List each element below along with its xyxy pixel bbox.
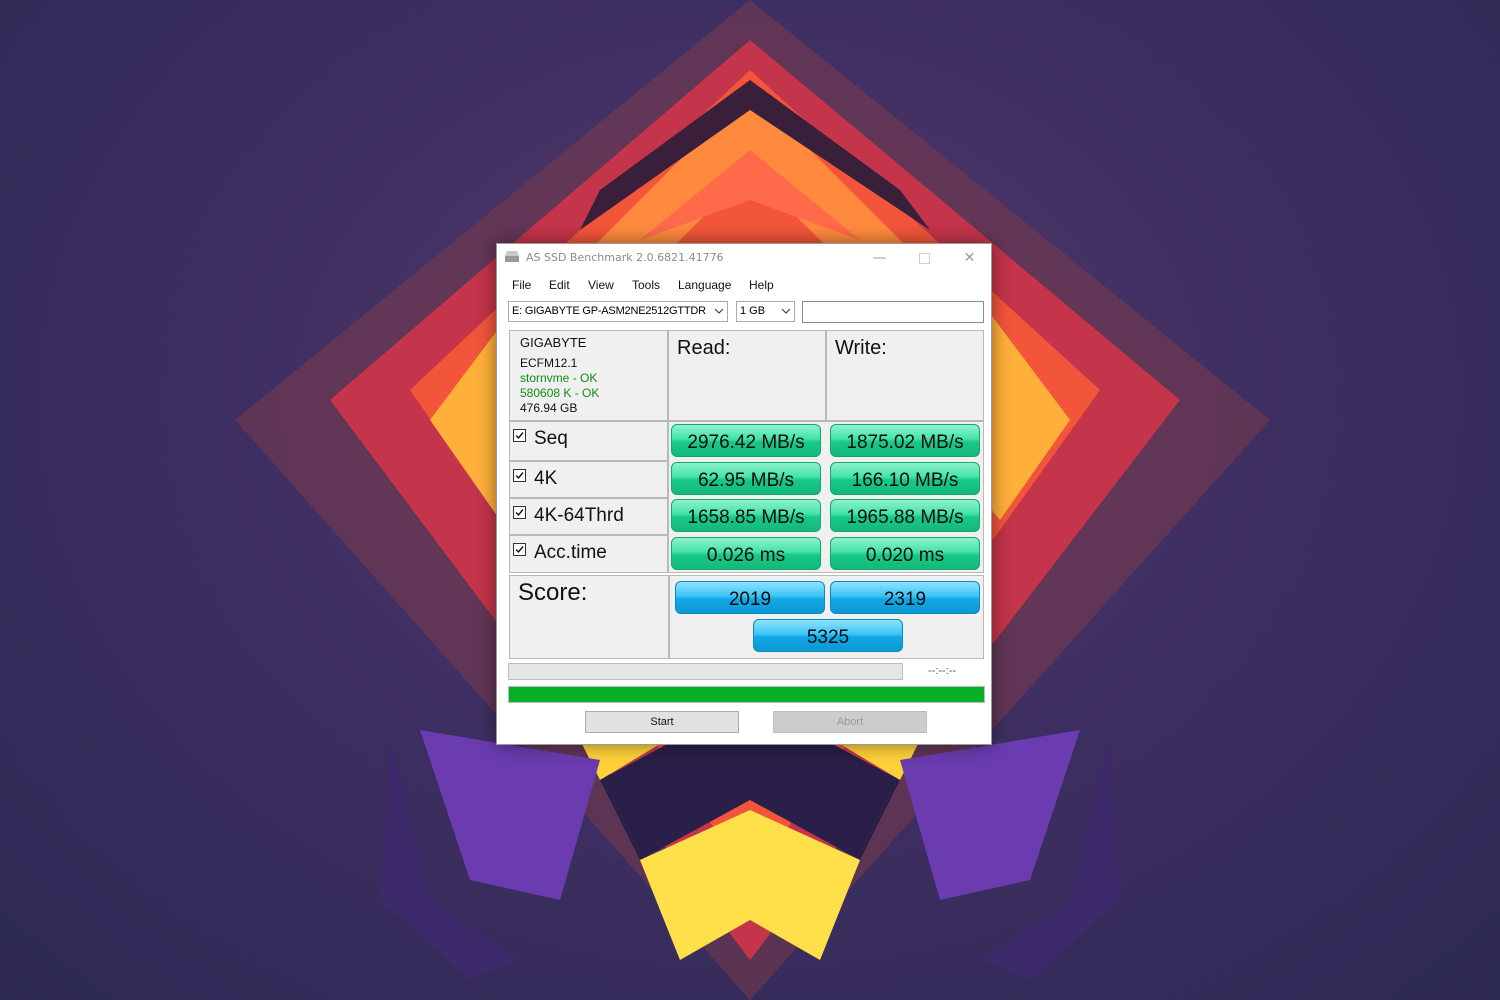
minimize-icon: — xyxy=(872,250,887,266)
4k-64thrd-checkbox[interactable]: 4K-64Thrd xyxy=(513,505,624,527)
test-row-acc-time: Acc.time xyxy=(509,535,668,573)
drive-dropdown[interactable]: E: GIGABYTE GP-ASM2NE2512GTTDR xyxy=(508,301,728,322)
app-drive-icon xyxy=(505,251,519,262)
current-test-progress xyxy=(508,663,903,680)
menu-language[interactable]: Language xyxy=(678,278,731,292)
test-row-4k-64thrd: 4K-64Thrd xyxy=(509,498,668,535)
window-title: AS SSD Benchmark 2.0.6821.41776 xyxy=(526,251,724,264)
4k-write-result: 166.10 MB/s xyxy=(830,462,980,495)
score-label: Score: xyxy=(518,579,588,606)
drive-info-panel: GIGABYTE ECFM12.1 stornvme - OK 580608 K… xyxy=(509,330,668,421)
4k-read-result: 62.95 MB/s xyxy=(671,462,821,495)
total-score: 5325 xyxy=(753,619,903,652)
seq-read-result: 2976.42 MB/s xyxy=(671,424,821,457)
read-score: 2019 xyxy=(675,581,825,614)
seq-checkbox[interactable]: Seq xyxy=(513,428,568,450)
menu-tools[interactable]: Tools xyxy=(632,278,660,292)
acc-time-label: Acc.time xyxy=(534,542,607,563)
score-label-panel: Score: xyxy=(509,575,669,659)
test-size-value: 1 GB xyxy=(740,305,766,317)
status-text-field[interactable] xyxy=(802,301,984,323)
4k-64thrd-write-result: 1965.88 MB/s xyxy=(830,499,980,532)
menu-view[interactable]: View xyxy=(588,278,614,292)
maximize-icon xyxy=(919,253,930,264)
4k-label: 4K xyxy=(534,468,558,489)
checkbox-checked-icon xyxy=(513,543,526,556)
acc-time-checkbox[interactable]: Acc.time xyxy=(513,542,607,564)
chevron-down-icon xyxy=(714,308,724,314)
acc-time-write-result: 0.020 ms xyxy=(830,537,980,570)
acc-time-read-result: 0.026 ms xyxy=(671,537,821,570)
start-button[interactable]: Start xyxy=(585,711,739,733)
minimize-button[interactable]: — xyxy=(857,244,902,274)
write-header: Write: xyxy=(835,337,887,359)
write-header-panel: Write: xyxy=(826,330,984,421)
abort-button[interactable]: Abort xyxy=(773,711,927,733)
chevron-down-icon xyxy=(781,308,791,314)
drive-dropdown-value: E: GIGABYTE GP-ASM2NE2512GTTDR xyxy=(512,305,706,317)
seq-write-result: 1875.02 MB/s xyxy=(830,424,980,457)
elapsed-time: --:--:-- xyxy=(928,665,957,677)
app-window: AS SSD Benchmark 2.0.6821.41776 — ✕ File… xyxy=(496,243,992,745)
drive-vendor: GIGABYTE xyxy=(520,335,587,350)
test-size-dropdown[interactable]: 1 GB xyxy=(736,301,795,322)
checkbox-checked-icon xyxy=(513,469,526,482)
read-header: Read: xyxy=(677,337,731,359)
menu-bar: File Edit View Tools Language Help xyxy=(497,275,991,295)
close-button[interactable]: ✕ xyxy=(947,244,992,274)
checkbox-checked-icon xyxy=(513,429,526,442)
test-row-4k: 4K xyxy=(509,461,668,498)
overall-progress xyxy=(508,686,985,703)
maximize-button[interactable] xyxy=(902,244,947,274)
menu-edit[interactable]: Edit xyxy=(549,278,570,292)
title-bar[interactable]: AS SSD Benchmark 2.0.6821.41776 — ✕ xyxy=(497,244,991,274)
4k-checkbox[interactable]: 4K xyxy=(513,468,557,490)
write-score: 2319 xyxy=(830,581,980,614)
test-row-seq: Seq xyxy=(509,421,668,461)
overall-progress-fill xyxy=(509,687,984,702)
seq-label: Seq xyxy=(534,428,568,449)
alignment-status: 580608 K - OK xyxy=(520,386,600,400)
menu-file[interactable]: File xyxy=(512,278,531,292)
drive-firmware: ECFM12.1 xyxy=(520,356,578,370)
checkbox-checked-icon xyxy=(513,506,526,519)
4k-64thrd-read-result: 1658.85 MB/s xyxy=(671,499,821,532)
driver-status: stornvme - OK xyxy=(520,371,598,385)
read-header-panel: Read: xyxy=(668,330,826,421)
drive-capacity: 476.94 GB xyxy=(520,401,578,415)
4k-64thrd-label: 4K-64Thrd xyxy=(534,505,624,526)
menu-help[interactable]: Help xyxy=(749,278,774,292)
close-icon: ✕ xyxy=(963,250,976,266)
